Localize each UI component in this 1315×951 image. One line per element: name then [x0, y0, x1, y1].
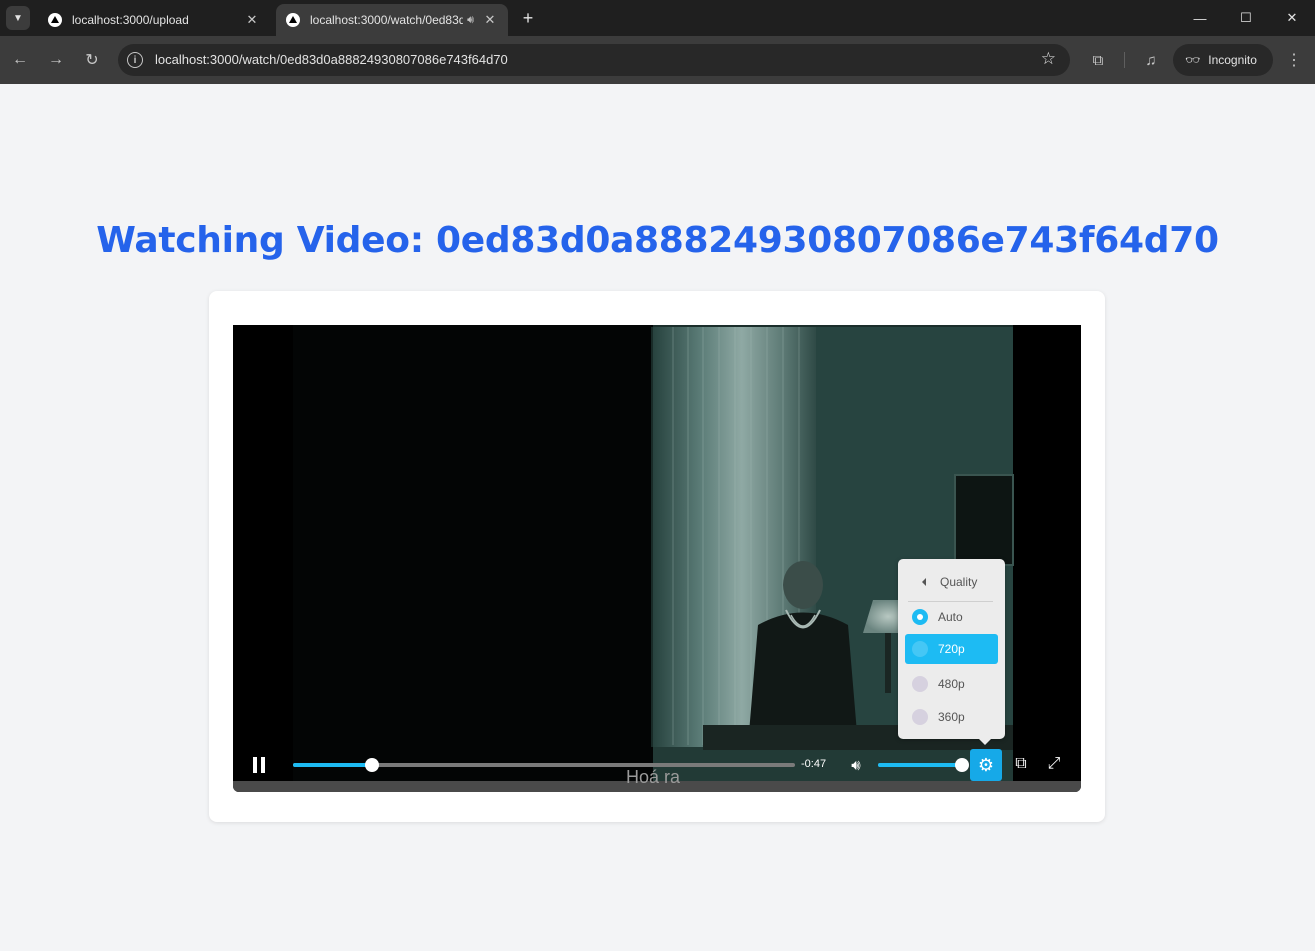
media-controls-button[interactable]: ♫	[1139, 48, 1163, 72]
quality-menu-back[interactable]: Quality	[898, 569, 1005, 595]
pause-icon-bar	[253, 757, 257, 773]
page-title: Watching Video: 0ed83d0a88824930807086e7…	[96, 220, 1219, 261]
favicon-icon	[48, 13, 62, 27]
volume-level	[878, 763, 962, 767]
toolbar-divider	[1124, 52, 1125, 68]
quality-option-720p[interactable]: 720p	[905, 634, 998, 664]
player-controls: -0:47 🔊︎ ⚙ ⧉ ⤢	[233, 747, 1081, 783]
close-tab-icon[interactable]: ✕	[482, 12, 498, 28]
address-bar[interactable]: i localhost:3000/watch/0ed83d0a888249308…	[118, 44, 1070, 76]
browser-tab-upload[interactable]: localhost:3000/upload ✕	[38, 4, 270, 36]
radio-icon	[912, 676, 928, 692]
seek-bar[interactable]	[293, 758, 795, 772]
incognito-icon: 👓︎	[1185, 53, 1201, 67]
radio-icon	[912, 641, 928, 657]
pause-icon-bar	[261, 757, 265, 773]
arrow-right-icon: →	[48, 51, 64, 68]
address-bar-url[interactable]: localhost:3000/watch/0ed83d0a88824930807…	[155, 52, 508, 67]
favicon-icon	[286, 13, 300, 27]
browser-tabstrip: ▼ localhost:3000/upload ✕ localhost:3000…	[0, 0, 1315, 36]
bookmark-star-icon[interactable]: ☆	[1041, 49, 1056, 69]
seek-bar-handle[interactable]	[364, 758, 379, 772]
caret-left-icon	[922, 578, 926, 586]
more-vertical-icon: ⋮	[1286, 52, 1302, 69]
radio-icon	[912, 709, 928, 725]
quality-menu-title: Quality	[940, 575, 978, 589]
external-link-icon: ⧉	[1015, 755, 1027, 772]
chevron-down-icon: ▼	[13, 12, 23, 24]
reload-icon: ↻	[85, 52, 99, 69]
browser-toolbar: ← → ↻ i localhost:3000/watch/0ed83d0a888…	[0, 36, 1315, 84]
quality-option-label: 480p	[938, 677, 965, 691]
fullscreen-button[interactable]: ⤢	[1043, 753, 1065, 775]
tab-title: localhost:3000/upload	[72, 13, 189, 27]
quality-option-label: 360p	[938, 710, 965, 724]
quality-menu: Quality Auto 720p 480p 360p	[898, 559, 1005, 745]
close-window-button[interactable]: ✕	[1269, 0, 1315, 36]
quality-option-auto[interactable]: Auto	[905, 602, 998, 632]
minimize-button[interactable]: —	[1177, 0, 1223, 36]
volume-handle[interactable]	[955, 758, 969, 772]
tab-audio-icon[interactable]: 🔊︎	[467, 14, 474, 27]
tab-search-button[interactable]: ▼	[6, 6, 30, 30]
tab-title: localhost:3000/watch/0ed83d0a88824930807…	[310, 13, 464, 27]
extensions-button[interactable]: ⧉	[1086, 48, 1110, 72]
gear-icon: ⚙	[977, 754, 995, 775]
playlist-music-icon: ♫	[1145, 51, 1157, 69]
incognito-indicator[interactable]: 👓︎ Incognito	[1173, 44, 1273, 76]
volume-slider[interactable]	[878, 758, 969, 772]
forward-button[interactable]: →	[44, 48, 68, 72]
picture-in-picture-button[interactable]: ⧉	[1010, 753, 1032, 775]
volume-icon[interactable]: 🔊︎	[845, 755, 867, 775]
browser-tab-watch[interactable]: localhost:3000/watch/0ed83d0a88824930807…	[276, 4, 508, 36]
new-tab-button[interactable]: +	[516, 6, 540, 30]
radio-icon	[912, 609, 928, 625]
settings-button[interactable]: ⚙	[970, 749, 1002, 781]
quality-option-label: Auto	[938, 610, 963, 624]
expand-icon: ⤢	[1047, 755, 1061, 772]
pause-button[interactable]	[247, 754, 271, 776]
arrow-left-icon: ←	[12, 51, 28, 68]
back-button[interactable]: ←	[8, 48, 32, 72]
incognito-label: Incognito	[1208, 53, 1257, 67]
time-remaining: -0:47	[801, 758, 827, 770]
puzzle-icon: ⧉	[1092, 51, 1104, 69]
site-info-icon[interactable]: i	[127, 52, 143, 68]
browser-menu-button[interactable]: ⋮	[1284, 48, 1304, 72]
seek-bar-played	[293, 763, 372, 767]
quality-option-label: 720p	[938, 642, 965, 656]
close-tab-icon[interactable]: ✕	[244, 12, 260, 28]
maximize-button[interactable]: ☐	[1223, 0, 1269, 36]
reload-button[interactable]: ↻	[80, 48, 104, 72]
quality-option-360p[interactable]: 360p	[905, 702, 998, 732]
quality-option-480p[interactable]: 480p	[905, 669, 998, 699]
